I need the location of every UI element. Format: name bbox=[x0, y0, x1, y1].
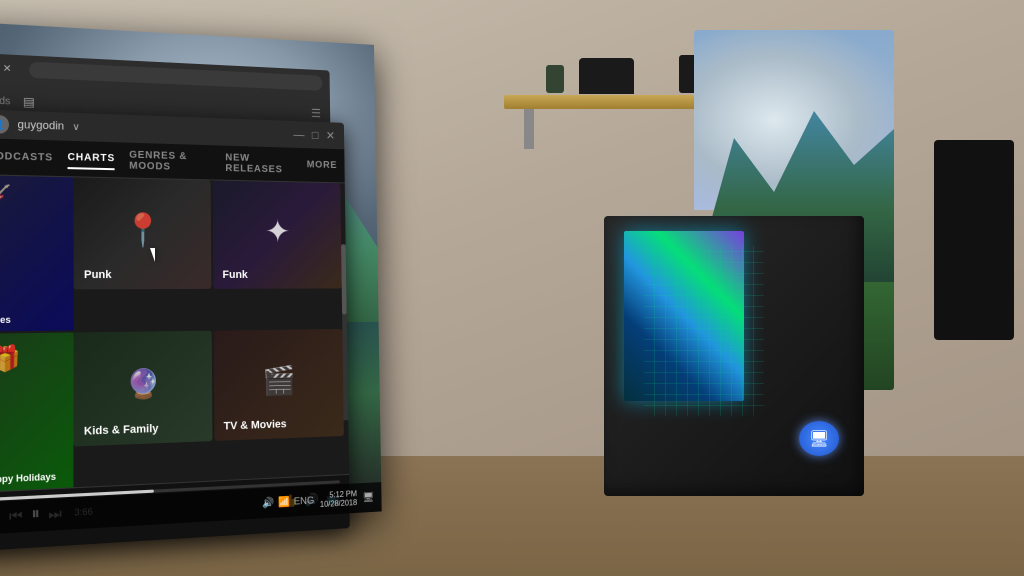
punk-label: Punk bbox=[84, 269, 112, 281]
taskbar-icons: 🔊 📶 ENG bbox=[262, 495, 314, 509]
taskbar-date: 10/28/2018 bbox=[320, 498, 357, 509]
maximize-button[interactable]: □ bbox=[312, 129, 319, 141]
nav-more[interactable]: MORE bbox=[307, 156, 338, 175]
browser-rewards-label: wards bbox=[0, 95, 10, 107]
pc-case-window bbox=[624, 231, 744, 401]
taskbar-network-icon[interactable]: 📶 bbox=[278, 496, 290, 508]
holiday-label: Happy Holidays bbox=[0, 471, 56, 485]
music-app-window[interactable]: 👤 guygodin ∨ — □ ✕ PODCASTS CHARTS GENRE… bbox=[0, 109, 350, 536]
genre-card-tv[interactable]: 🎬 TV & Movies bbox=[213, 328, 344, 440]
genre-side-strip: 🎸 Blues 🎁 Happy Holidays bbox=[0, 175, 74, 492]
genre-card-funk[interactable]: ✦ Funk bbox=[212, 180, 342, 288]
genre-card-blues[interactable]: 🎸 Blues bbox=[0, 175, 74, 331]
shelf-item-plant bbox=[546, 65, 564, 93]
kids-icon: 🔮 bbox=[126, 366, 161, 401]
genre-card-kids[interactable]: 🔮 Kids & Family bbox=[73, 330, 212, 446]
taskbar-notification-icon[interactable]: 🖥 bbox=[362, 492, 374, 503]
monitor-screen: — □ ✕ ▣ wards ▤ ☰ 👤 guy bbox=[0, 21, 382, 537]
circuit-board-visual bbox=[644, 246, 764, 416]
blues-label: Blues bbox=[0, 314, 11, 325]
shelf-leg-left bbox=[524, 109, 534, 149]
nav-new-releases[interactable]: NEW RELEASES bbox=[225, 148, 294, 179]
music-content-area: 🎸 Blues 🎁 Happy Holidays 📍 Punk bbox=[0, 175, 349, 492]
nav-podcasts[interactable]: PODCASTS bbox=[0, 147, 53, 168]
gift-icon: 🎁 bbox=[0, 343, 21, 374]
monitor: — □ ✕ ▣ wards ▤ ☰ 👤 guy bbox=[0, 21, 382, 537]
close-button[interactable]: ✕ bbox=[326, 130, 335, 142]
tv-icon: 🎬 bbox=[263, 364, 296, 397]
username-caret: ∨ bbox=[72, 121, 80, 132]
window-controls: — □ ✕ bbox=[293, 129, 335, 142]
taskbar-volume-icon[interactable]: 🔊 bbox=[262, 497, 274, 509]
pc-case-body: 🖥 bbox=[604, 216, 864, 496]
kids-label: Kids & Family bbox=[84, 422, 159, 437]
pc-logo-icon: 🖥 bbox=[809, 429, 829, 449]
minimize-button[interactable]: — bbox=[293, 129, 304, 141]
funk-icon: ✦ bbox=[265, 213, 291, 250]
browser-controls: — □ ✕ bbox=[0, 59, 15, 76]
genre-card-punk[interactable]: 📍 Punk bbox=[74, 177, 211, 289]
genre-grid: 📍 Punk ✦ Funk 🔮 Kids & Family bbox=[73, 177, 344, 487]
wall-frame bbox=[934, 140, 1014, 340]
taskbar-right: 🔊 📶 ENG 5:12 PM 10/28/2018 🖥 bbox=[262, 488, 374, 512]
genre-card-holiday[interactable]: 🎁 Happy Holidays bbox=[0, 332, 74, 492]
browser-close-button[interactable]: ✕ bbox=[0, 61, 15, 76]
user-avatar: 👤 bbox=[0, 115, 9, 134]
taskbar-lang-label: ENG bbox=[294, 495, 315, 507]
pc-case: 🖥 bbox=[604, 216, 864, 496]
shelf-item-box1 bbox=[579, 58, 634, 94]
taskbar-clock: 5:12 PM 10/28/2018 bbox=[320, 489, 357, 509]
pc-logo: 🖥 bbox=[799, 421, 839, 456]
tv-label: TV & Movies bbox=[224, 418, 287, 432]
username-label: guygodin bbox=[17, 119, 64, 133]
punk-icon: 📍 bbox=[123, 211, 163, 249]
nav-genres[interactable]: GENRES & MOODS bbox=[129, 145, 212, 177]
blues-icon: 🎸 bbox=[0, 184, 11, 206]
funk-label: Funk bbox=[222, 269, 247, 281]
nav-charts[interactable]: CHARTS bbox=[67, 148, 115, 170]
